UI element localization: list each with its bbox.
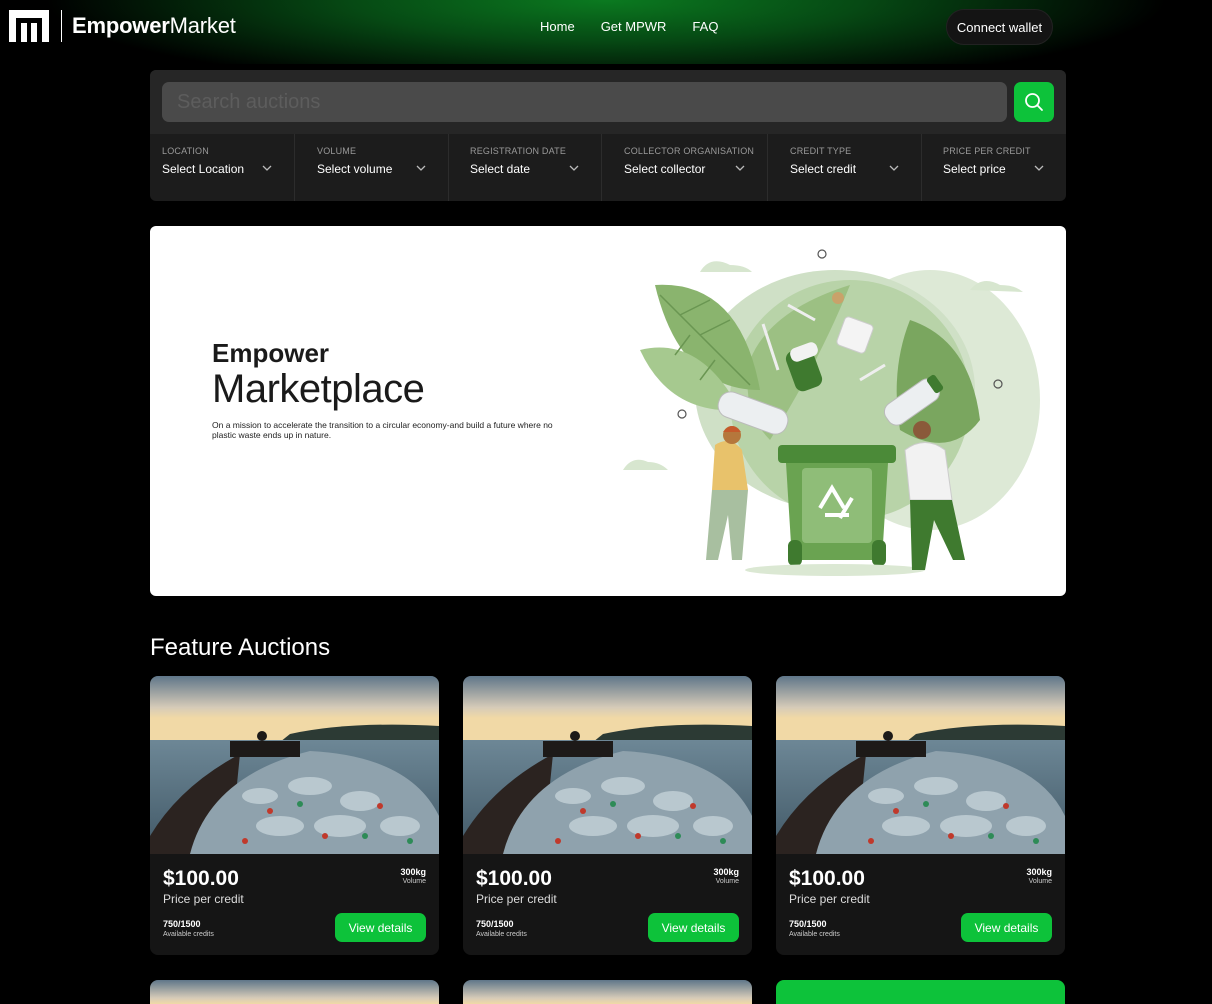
auction-card[interactable]: $100.00 Price per credit 300kg Volume 75… bbox=[776, 676, 1065, 955]
view-details-button[interactable]: View details bbox=[335, 913, 426, 942]
filter-credit-type[interactable]: CREDIT TYPE Select credit bbox=[768, 134, 922, 201]
auction-image bbox=[150, 676, 439, 854]
filter-value: Select collector bbox=[624, 162, 706, 176]
volume: 300kg bbox=[713, 867, 739, 877]
filter-label: LOCATION bbox=[162, 146, 209, 156]
available-credits-label: Available credits bbox=[789, 931, 840, 938]
chevron-down-icon bbox=[1034, 165, 1044, 171]
price-label: Price per credit bbox=[476, 892, 557, 906]
filter-value: Select Location bbox=[162, 162, 245, 176]
filter-value: Select price bbox=[943, 162, 1006, 176]
filter-value: Select date bbox=[470, 162, 531, 176]
nav-get-mpwr[interactable]: Get MPWR bbox=[601, 19, 667, 34]
chevron-down-icon bbox=[262, 165, 272, 171]
volume: 300kg bbox=[1026, 867, 1052, 877]
filter-value: Select credit bbox=[790, 162, 857, 176]
filter-location[interactable]: LOCATION Select Location bbox=[150, 134, 295, 201]
filter-row: LOCATION Select Location VOLUME Select v… bbox=[150, 134, 1066, 201]
brand-name: EmpowerMarket bbox=[72, 13, 236, 38]
chevron-down-icon bbox=[569, 165, 579, 171]
hero-banner: Empower Marketplace On a mission to acce… bbox=[150, 226, 1066, 596]
filter-label: CREDIT TYPE bbox=[790, 146, 852, 156]
view-details-button[interactable]: View details bbox=[648, 913, 739, 942]
view-details-button[interactable]: View details bbox=[961, 913, 1052, 942]
available-credits-label: Available credits bbox=[163, 931, 214, 938]
logo-icon bbox=[9, 10, 49, 42]
available-credits: 750/1500 bbox=[476, 919, 514, 929]
section-title: Feature Auctions bbox=[150, 634, 331, 661]
nav-home[interactable]: Home bbox=[540, 19, 575, 34]
auction-card[interactable]: $100.00 Price per credit 300kg Volume 75… bbox=[463, 676, 752, 955]
available-credits: 750/1500 bbox=[789, 919, 827, 929]
filter-label: PRICE PER CREDIT bbox=[943, 146, 1031, 156]
hero-title-bold: Empower bbox=[212, 338, 330, 368]
auction-card-partial[interactable] bbox=[463, 980, 752, 1004]
logo-divider bbox=[61, 10, 62, 42]
search-bar bbox=[150, 70, 1066, 134]
price-label: Price per credit bbox=[163, 892, 244, 906]
price: $100.00 bbox=[789, 867, 865, 890]
recycling-illustration bbox=[623, 249, 1040, 576]
connect-wallet-button[interactable]: Connect wallet bbox=[946, 9, 1053, 45]
filter-collector[interactable]: COLLECTOR ORGANISATION Select collector bbox=[602, 134, 768, 201]
filter-label: VOLUME bbox=[317, 146, 357, 156]
main-nav: Home Get MPWR FAQ bbox=[540, 19, 718, 34]
price-label: Price per credit bbox=[789, 892, 870, 906]
filter-registration-date[interactable]: REGISTRATION DATE Select date bbox=[449, 134, 602, 201]
auction-image bbox=[463, 980, 752, 1004]
price: $100.00 bbox=[476, 867, 552, 890]
nav-faq[interactable]: FAQ bbox=[692, 19, 718, 34]
promo-card-partial[interactable] bbox=[776, 980, 1065, 1004]
chevron-down-icon bbox=[735, 165, 745, 171]
search-icon bbox=[1025, 93, 1043, 111]
volume-label: Volume bbox=[1028, 878, 1052, 885]
volume: 300kg bbox=[400, 867, 426, 877]
hero-description: On a mission to accelerate the transitio… bbox=[212, 420, 553, 440]
filter-label: REGISTRATION DATE bbox=[470, 146, 567, 156]
filter-value: Select volume bbox=[317, 162, 393, 176]
auction-card-partial[interactable] bbox=[150, 980, 439, 1004]
search-panel: LOCATION Select Location VOLUME Select v… bbox=[150, 70, 1066, 201]
auction-card[interactable]: $100.00 Price per credit 300kg Volume 75… bbox=[150, 676, 439, 955]
search-input[interactable] bbox=[162, 82, 1007, 122]
auction-image bbox=[776, 676, 1065, 854]
price: $100.00 bbox=[163, 867, 239, 890]
hero-title: Marketplace bbox=[212, 367, 425, 411]
brand-logo[interactable]: EmpowerMarket bbox=[9, 10, 236, 42]
available-credits-label: Available credits bbox=[476, 931, 527, 938]
volume-label: Volume bbox=[715, 878, 739, 885]
auction-image bbox=[150, 980, 439, 1004]
search-button[interactable] bbox=[1014, 82, 1054, 122]
chevron-down-icon bbox=[416, 165, 426, 171]
filter-volume[interactable]: VOLUME Select volume bbox=[295, 134, 449, 201]
available-credits: 750/1500 bbox=[163, 919, 201, 929]
top-header: EmpowerMarket Home Get MPWR FAQ Connect … bbox=[0, 0, 1212, 64]
filter-price[interactable]: PRICE PER CREDIT Select price bbox=[922, 134, 1066, 201]
chevron-down-icon bbox=[889, 165, 899, 171]
filter-label: COLLECTOR ORGANISATION bbox=[624, 146, 755, 156]
volume-label: Volume bbox=[402, 878, 426, 885]
auction-image bbox=[463, 676, 752, 854]
